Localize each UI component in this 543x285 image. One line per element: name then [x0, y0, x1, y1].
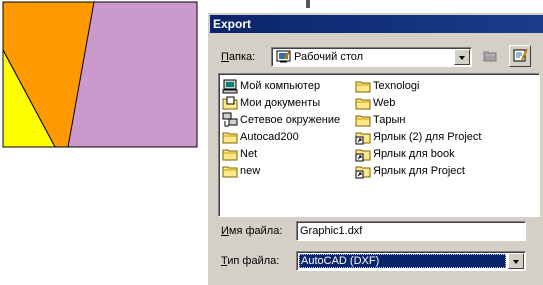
- folder-icon: [222, 166, 238, 178]
- list-item-label: Web: [373, 97, 396, 109]
- dialog-title: Export: [210, 15, 543, 33]
- shortcut-icon: [355, 166, 371, 179]
- separator-line: [306, 0, 310, 8]
- list-item-label: Сетевое окружение: [240, 114, 341, 126]
- drawing-canvas: [2, 1, 198, 148]
- folder-icon: [222, 132, 238, 144]
- filename-field[interactable]: Graphic1.dxf: [296, 221, 526, 241]
- filetype-select[interactable]: AutoCAD (DXF): [296, 251, 526, 271]
- my-computer-icon: [222, 79, 238, 94]
- list-item-label: Ярлык для book: [373, 148, 455, 160]
- folder-icon: [355, 115, 371, 127]
- export-dialog: Export Папка: Рабочий стол Мой компьютер…: [207, 12, 543, 285]
- folder-combo-value: Рабочий стол: [294, 51, 364, 63]
- filetype-dropdown-button[interactable]: [508, 253, 524, 269]
- list-item-label: Autocad200: [240, 131, 299, 143]
- filetype-value: AutoCAD (DXF): [299, 254, 506, 268]
- folder-label: Папка:: [221, 51, 256, 63]
- desktop-icon: [276, 50, 291, 63]
- folder-up-icon: [483, 51, 497, 62]
- shortcut-icon: [355, 132, 371, 145]
- list-item-label: Ярлык для Project: [373, 165, 465, 177]
- view-menu-button[interactable]: [509, 45, 531, 67]
- list-item-label: Texnologi: [373, 80, 420, 92]
- up-folder-button[interactable]: [479, 45, 501, 67]
- folder-dropdown-button[interactable]: [454, 49, 470, 65]
- list-item-label: Мои документы: [240, 97, 321, 109]
- folder-icon: [355, 98, 371, 110]
- list-item-label: Ярлык (2) для Project: [373, 131, 482, 143]
- shortcut-icon: [355, 149, 371, 162]
- network-icon: [222, 112, 238, 127]
- list-item-label: Мой компьютер: [240, 80, 321, 92]
- view-menu-icon: [513, 48, 528, 62]
- file-list[interactable]: Мой компьютер Мои документы Сетевое окруже…: [218, 73, 540, 217]
- filename-value: Graphic1.dxf: [300, 225, 363, 237]
- folder-combo[interactable]: Рабочий стол: [271, 47, 472, 67]
- filetype-label: Тип файла:: [221, 255, 280, 267]
- chevron-down-icon: [459, 56, 465, 60]
- list-item-label: new: [240, 165, 261, 177]
- folder-icon: [355, 81, 371, 93]
- list-item-label: Тарын: [373, 114, 406, 126]
- list-item-label: Net: [240, 148, 258, 160]
- my-documents-icon: [222, 96, 238, 110]
- folder-icon: [222, 149, 238, 161]
- chevron-down-icon: [513, 260, 519, 264]
- filename-label: Имя файла:: [221, 225, 283, 237]
